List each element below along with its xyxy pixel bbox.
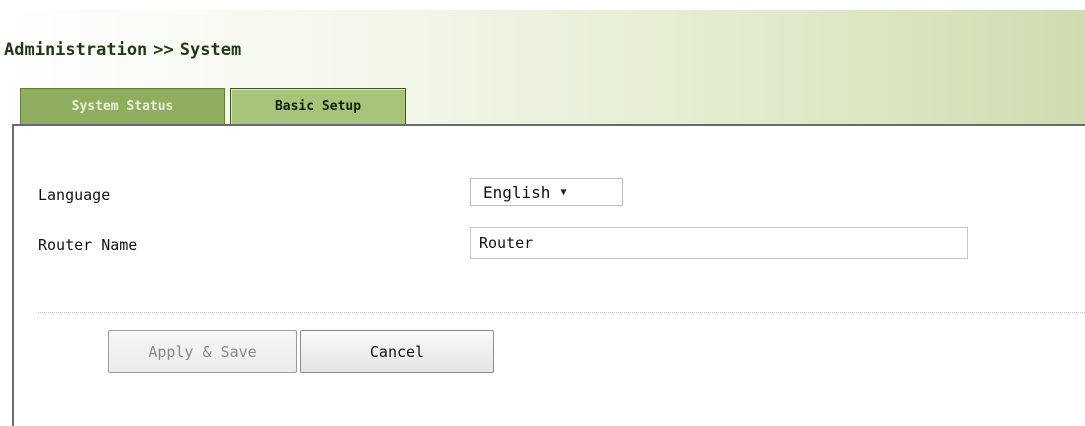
router-name-label: Router Name [38, 236, 138, 254]
apply-save-button[interactable]: Apply & Save [108, 330, 297, 373]
language-select[interactable]: English ▼ [470, 178, 623, 206]
language-selected-value: English [483, 182, 551, 202]
router-name-input[interactable] [470, 227, 968, 259]
cancel-button[interactable]: Cancel [300, 330, 494, 373]
chevron-down-icon: ▼ [560, 186, 567, 198]
tab-system-status[interactable]: System Status [20, 88, 225, 124]
breadcrumb-separator: >> [153, 40, 174, 60]
breadcrumb-page: System [179, 40, 242, 60]
language-label: Language [38, 186, 111, 204]
form-divider [38, 312, 1085, 313]
settings-panel [12, 124, 1085, 426]
header-top-strip [0, 0, 1085, 10]
tab-basic-setup[interactable]: Basic Setup [230, 88, 406, 124]
breadcrumb-section: Administration [4, 40, 148, 60]
breadcrumb: Administration >> System [4, 40, 241, 60]
